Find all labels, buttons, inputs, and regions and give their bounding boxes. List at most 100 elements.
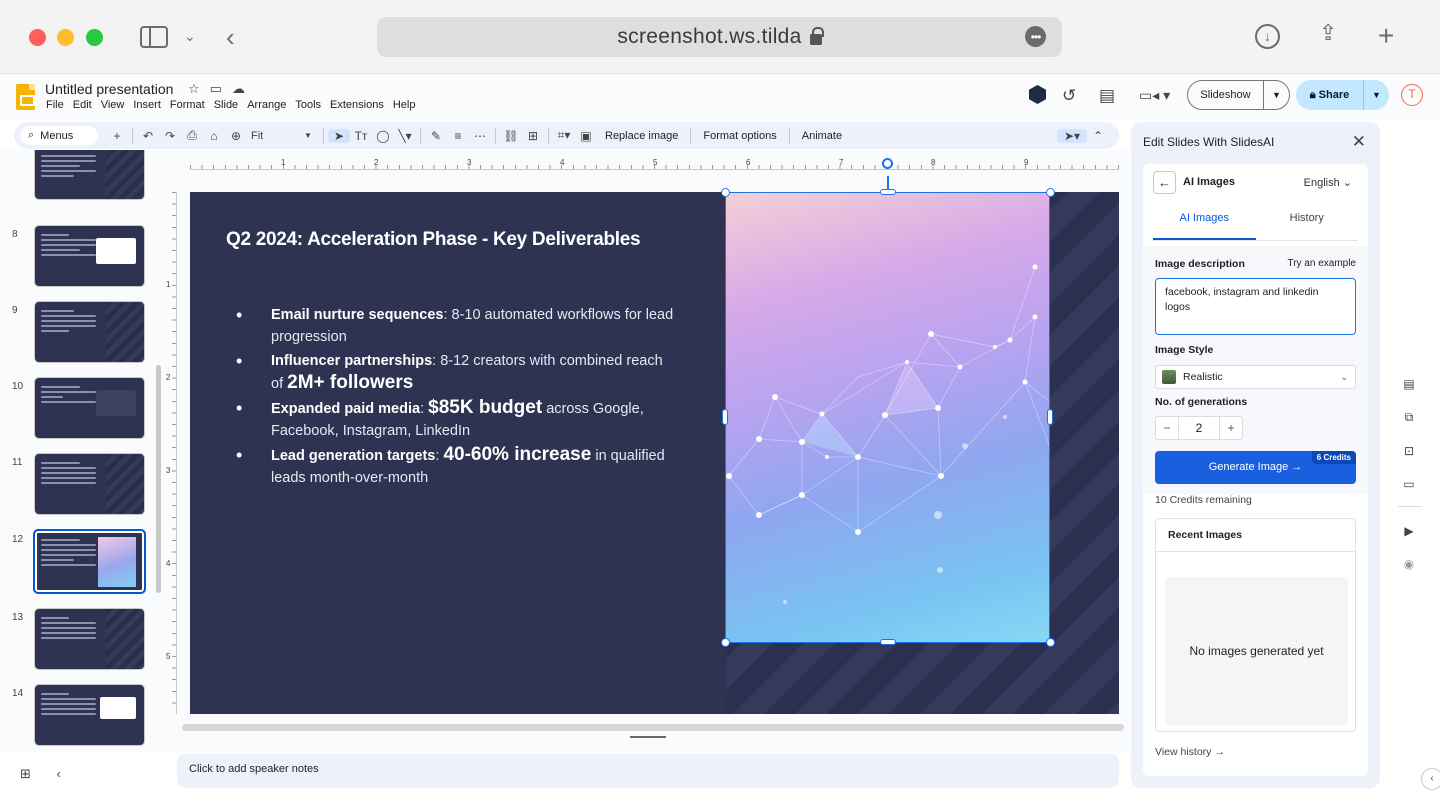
resize-handle-right[interactable] [1047, 409, 1053, 425]
speaker-notes[interactable]: Click to add speaker notes [177, 754, 1119, 788]
share-sheet-icon[interactable]: ⇪ [1319, 22, 1337, 44]
menu-tools[interactable]: Tools [295, 99, 321, 111]
resize-handle-bottom-right[interactable] [1046, 638, 1055, 647]
version-history-icon[interactable]: ↺ [1062, 86, 1076, 106]
pen-icon[interactable]: ✎ [425, 129, 447, 143]
slide-thumbnail[interactable] [0, 150, 165, 208]
tab-ai-images[interactable]: AI Images [1153, 206, 1256, 240]
rotate-handle[interactable] [882, 158, 893, 169]
view-history-link[interactable]: View history → [1155, 746, 1225, 758]
menus-search[interactable]: ⌕ Menus [20, 126, 98, 145]
slide-thumbnail[interactable]: 13 [0, 608, 165, 678]
grid-view-icon[interactable]: ⊞ [20, 766, 31, 781]
back-arrow-icon[interactable]: ← [1153, 171, 1176, 194]
play-addon-icon[interactable]: ▶ [1401, 523, 1417, 539]
chevron-down-icon[interactable]: ⌄ [184, 29, 196, 43]
more-icon[interactable]: ••• [1025, 26, 1046, 47]
back-arrow-icon[interactable]: ‹ [226, 24, 235, 50]
select-icon[interactable]: ➤ [328, 128, 350, 143]
close-icon[interactable]: ✕ [1352, 132, 1366, 152]
download-icon[interactable]: ↓ [1255, 24, 1280, 49]
record-icon[interactable]: ◉ [1401, 556, 1417, 572]
slide-thumbnail[interactable]: 10 [0, 377, 165, 447]
print-icon[interactable]: ⎙ [181, 128, 203, 143]
collapse-filmstrip-icon[interactable]: ‹ [57, 766, 61, 781]
filmstrip-scrollbar[interactable] [156, 365, 161, 593]
menu-insert[interactable]: Insert [133, 99, 161, 111]
menu-slide[interactable]: Slide [214, 99, 238, 111]
star-icon[interactable]: ☆ [188, 81, 200, 97]
menu-file[interactable]: File [46, 99, 64, 111]
avatar[interactable]: T [1401, 84, 1423, 106]
generate-image-button[interactable]: Generate Image → 6 Credits [1155, 451, 1356, 484]
close-window-button[interactable] [29, 29, 46, 46]
copy-slides-icon[interactable]: ⧉ [1401, 409, 1417, 425]
slide-thumbnail-selected[interactable]: 12 [0, 529, 165, 600]
slide-thumbnail[interactable]: 9 [0, 301, 165, 371]
resize-handle-bottom[interactable] [880, 639, 896, 645]
menu-view[interactable]: View [101, 99, 125, 111]
tab-history[interactable]: History [1256, 206, 1359, 240]
increment-button[interactable]: + [1220, 421, 1242, 435]
image-addon-icon[interactable]: ⊡ [1401, 443, 1417, 459]
slide-title[interactable]: Q2 2024: Acceleration Phase - Key Delive… [226, 229, 641, 251]
share-caret-icon[interactable]: ▼ [1364, 90, 1389, 100]
line-icon[interactable]: ╲▾ [394, 129, 416, 143]
collapse-side-panel-icon[interactable]: ‹ [1421, 768, 1440, 790]
shape-icon[interactable]: ◯ [372, 129, 394, 143]
slides-logo-icon[interactable] [16, 84, 35, 110]
redo-icon[interactable]: ↷ [159, 129, 181, 143]
link-icon[interactable]: ⛓ [500, 129, 522, 143]
select-mode-icon[interactable]: ➤▾ [1057, 128, 1087, 143]
language-select[interactable]: English ⌄ [1304, 176, 1352, 189]
replace-image-button[interactable]: Replace image [597, 130, 686, 142]
animate-button[interactable]: Animate [794, 130, 850, 142]
image-style-select[interactable]: Realistic ⌄ [1155, 365, 1356, 389]
undo-icon[interactable]: ↶ [137, 129, 159, 143]
comment-add-icon[interactable]: ⊞ [522, 129, 544, 143]
share-button[interactable]: 🔒︎ Share ▼ [1296, 80, 1389, 110]
zoom-caret-icon[interactable]: ▼ [297, 131, 319, 140]
reset-image-icon[interactable]: ▣ [575, 129, 597, 143]
try-example-link[interactable]: Try an example [1287, 258, 1356, 269]
canvas-horizontal-scrollbar[interactable] [182, 724, 1124, 731]
meet-camera-icon[interactable]: ▭◂ ▾ [1139, 87, 1170, 104]
resize-handle-top-right[interactable] [1046, 188, 1055, 197]
slides-addon-icon[interactable]: ▤ [1401, 376, 1417, 392]
slideshow-caret-icon[interactable]: ▼ [1264, 90, 1289, 100]
comments-icon[interactable]: ▤ [1099, 86, 1115, 106]
new-tab-icon[interactable]: + [1378, 22, 1394, 50]
collapse-toolbar-icon[interactable]: ⌃ [1087, 129, 1109, 143]
maximize-window-button[interactable] [86, 29, 103, 46]
crop-icon[interactable]: ⌗▾ [553, 128, 575, 143]
decrement-button[interactable]: − [1156, 421, 1178, 435]
notes-resize-handle[interactable] [630, 736, 666, 738]
paint-format-icon[interactable]: ⌂ [203, 129, 225, 143]
slide-bullets[interactable]: Email nurture sequences: 8-10 automated … [236, 304, 676, 491]
folder-icon[interactable]: ▭ [1401, 476, 1417, 492]
slideshow-button[interactable]: Slideshow ▼ [1187, 80, 1290, 110]
menu-edit[interactable]: Edit [73, 99, 92, 111]
zoom-icon[interactable]: ⊕ [225, 129, 247, 143]
resize-handle-top-left[interactable] [721, 188, 730, 197]
sidebar-toggle-icon[interactable] [140, 26, 168, 48]
cloud-status-icon[interactable]: ☁ [232, 81, 245, 97]
address-bar[interactable]: screenshot.ws.tilda ••• [377, 17, 1062, 57]
minimize-window-button[interactable] [57, 29, 74, 46]
zoom-select[interactable]: Fit [247, 130, 297, 142]
slide-thumbnail[interactable]: 11 [0, 453, 165, 523]
text-box-icon[interactable]: Tт [350, 129, 372, 143]
menu-extensions[interactable]: Extensions [330, 99, 384, 111]
image-description-input[interactable]: facebook, instagram and linkedin logos [1155, 278, 1356, 335]
menu-format[interactable]: Format [170, 99, 205, 111]
border-weight-icon[interactable]: ≡ [447, 129, 469, 143]
format-options-button[interactable]: Format options [695, 130, 784, 142]
slide-thumbnail[interactable]: 14 [0, 684, 165, 752]
document-title[interactable]: Untitled presentation [45, 81, 173, 97]
add-icon[interactable]: + [106, 129, 128, 143]
menu-help[interactable]: Help [393, 99, 416, 111]
resize-handle-bottom-left[interactable] [721, 638, 730, 647]
slide-thumbnail[interactable]: 8 [0, 225, 165, 295]
move-folder-icon[interactable]: ▭ [210, 81, 222, 97]
slidesai-addon-icon[interactable] [1029, 85, 1046, 104]
